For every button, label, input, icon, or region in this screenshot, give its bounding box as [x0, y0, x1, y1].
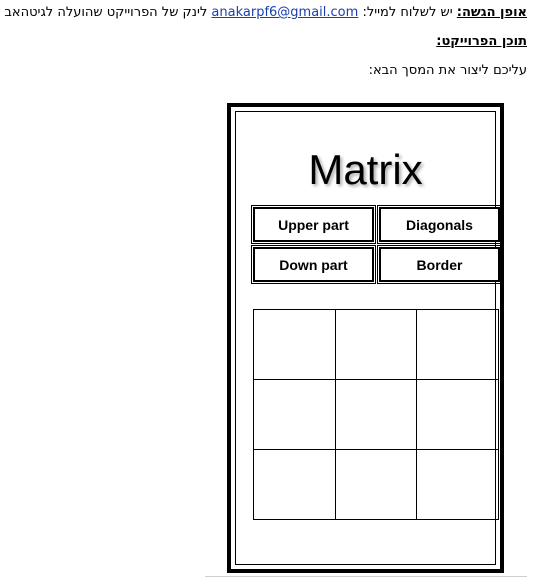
content-heading: תוכן הפרוייקט:	[436, 34, 527, 49]
border-button[interactable]: Border	[377, 245, 502, 284]
matrix-cell[interactable]	[335, 380, 418, 450]
diagonals-button[interactable]: Diagonals	[377, 205, 502, 244]
down-part-button[interactable]: Down part	[251, 245, 376, 284]
matrix-cell[interactable]	[254, 380, 336, 450]
matrix-cell[interactable]	[335, 310, 418, 380]
matrix-cell[interactable]	[417, 380, 499, 450]
matrix-cell[interactable]	[417, 310, 499, 380]
phone-mockup: Matrix Upper part Diagonals Down part Bo…	[227, 103, 504, 573]
matrix-cell[interactable]	[254, 450, 336, 520]
page-divider	[205, 576, 527, 577]
upper-part-button[interactable]: Upper part	[251, 205, 376, 244]
email-link[interactable]: anakarpf6@gmail.com	[211, 5, 358, 20]
submission-text-1: יש לשלוח למייל:	[362, 5, 453, 20]
app-title: Matrix	[308, 146, 423, 193]
instruction-text: עליכם ליצור את המסך הבא:	[368, 63, 527, 78]
submission-text-2: לינק של הפרוייקט שהועלה לגיטהאב	[4, 5, 208, 20]
submission-line: אופן הגשה: יש לשלוח למייל: anakarpf6@gma…	[4, 5, 527, 20]
phone-screen: Matrix Upper part Diagonals Down part Bo…	[235, 111, 502, 565]
matrix-cell[interactable]	[254, 310, 336, 380]
matrix-grid	[253, 309, 499, 520]
matrix-cell[interactable]	[417, 450, 499, 520]
matrix-cell[interactable]	[335, 450, 418, 520]
submission-label: אופן הגשה:	[456, 5, 527, 20]
